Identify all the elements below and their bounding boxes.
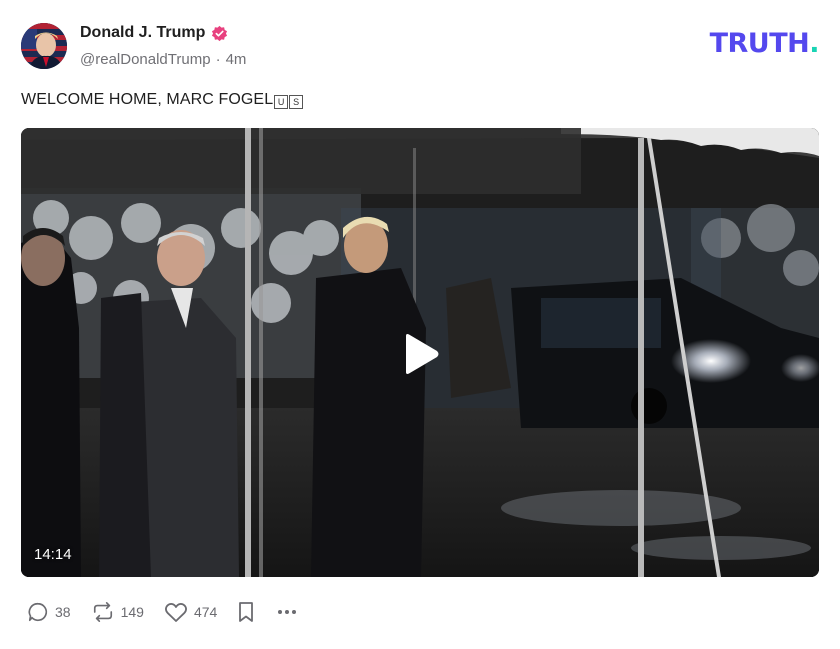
timestamp[interactable]: 4m [226, 51, 247, 68]
retruth-count: 149 [120, 604, 144, 620]
bookmark-icon [239, 602, 254, 622]
more-button[interactable] [275, 601, 299, 623]
reply-button[interactable]: 38 [27, 601, 71, 623]
post-header: Donald J. Trump @realDonaldTrump · 4m [21, 22, 821, 72]
like-count: 474 [193, 604, 218, 620]
more-icon [278, 610, 297, 614]
action-bar: 38 149 474 [27, 598, 319, 626]
reply-count: 38 [55, 604, 71, 620]
flag-letter-u: U [274, 95, 289, 109]
play-icon [406, 334, 439, 374]
verified-badge-icon [211, 25, 228, 42]
video-duration: 14:14 [34, 546, 72, 563]
post-text: WELCOME HOME, MARC FOGEL U S [21, 91, 304, 109]
flag-letter-s: S [289, 95, 304, 109]
post-body: WELCOME HOME, MARC FOGEL [21, 91, 274, 108]
like-button[interactable]: 474 [164, 601, 217, 623]
play-button[interactable] [402, 333, 440, 375]
retruth-icon [93, 602, 112, 622]
like-icon [164, 603, 187, 622]
video-player[interactable]: 14:14 [21, 128, 819, 577]
post-meta: @realDonaldTrump · 4m [80, 51, 246, 68]
logo-dot: . [809, 28, 819, 59]
handle[interactable]: @realDonaldTrump [80, 51, 211, 68]
logo-text: TRUTH [709, 28, 810, 59]
meta-separator: · [215, 51, 221, 68]
avatar[interactable] [21, 23, 67, 69]
retruth-button[interactable]: 149 [91, 601, 144, 623]
reply-icon [28, 602, 48, 622]
display-name[interactable]: Donald J. Trump [80, 24, 205, 42]
avatar-image [21, 23, 67, 69]
truth-logo[interactable]: TRUTH. [709, 28, 820, 59]
bookmark-button[interactable] [237, 601, 255, 623]
